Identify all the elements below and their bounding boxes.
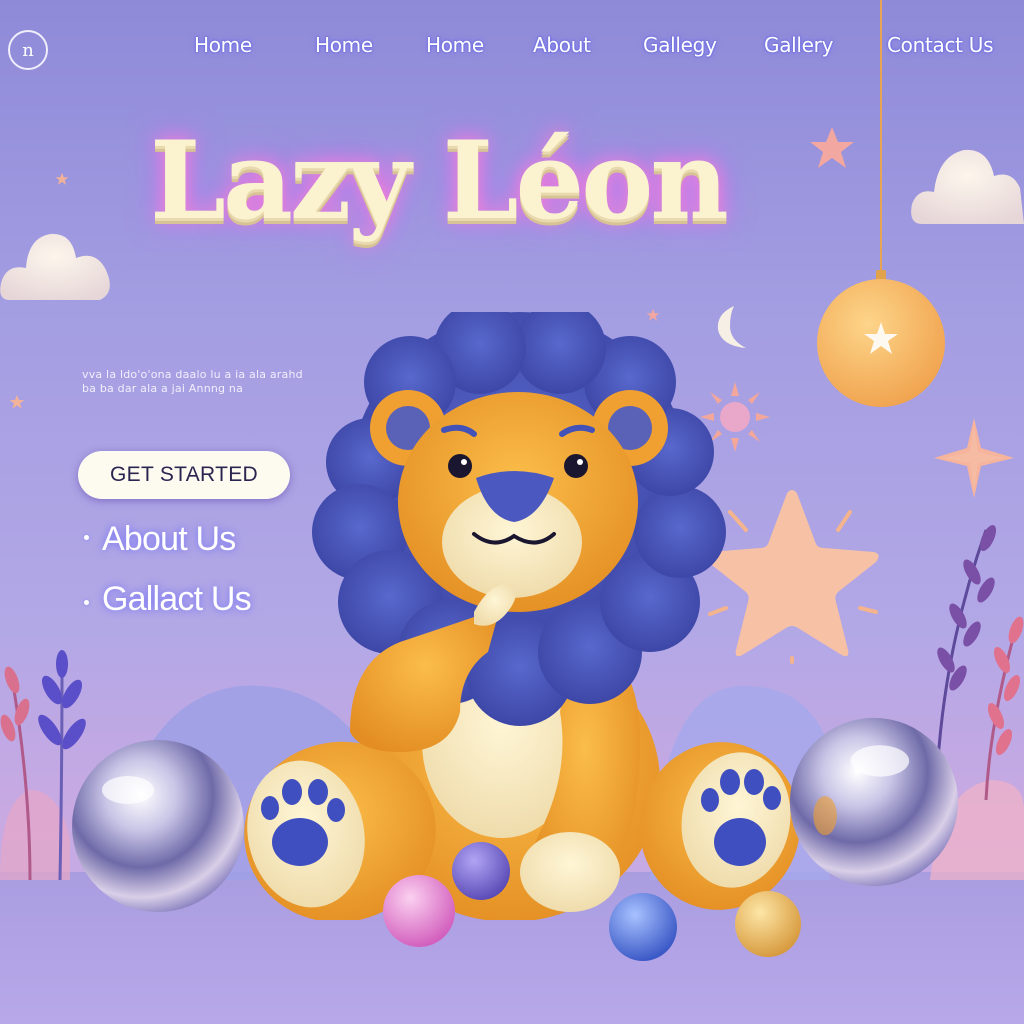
nav-item-home-3[interactable]: Home	[426, 33, 484, 57]
star-icon	[55, 172, 69, 185]
landing-page: n Home Home Home About Gallegy Gallery C…	[0, 0, 1024, 1024]
side-link-about[interactable]: About Us	[102, 520, 236, 559]
logo-icon[interactable]: n	[8, 30, 48, 70]
pink-ball	[383, 875, 455, 947]
bullet-icon	[84, 600, 89, 605]
blue-ball	[609, 893, 677, 961]
purple-ball	[452, 842, 510, 900]
star-icon	[9, 395, 25, 409]
star-icon	[810, 127, 854, 168]
chrome-sphere	[789, 717, 959, 887]
nav-item-gallegy[interactable]: Gallegy	[643, 33, 717, 57]
bullet-icon	[84, 535, 89, 540]
nav-item-about[interactable]: About	[533, 33, 591, 57]
star-icon	[934, 418, 1014, 498]
cloud-icon	[0, 233, 110, 300]
cloud-icon	[911, 149, 1024, 224]
gold-ball	[735, 891, 801, 957]
nav-item-gallery[interactable]: Gallery	[764, 33, 833, 57]
nav-item-home-1[interactable]: Home	[194, 33, 252, 57]
side-link-gallact[interactable]: Gallact Us	[102, 580, 252, 619]
nav-item-home-2[interactable]: Home	[315, 33, 373, 57]
hanging-orb	[817, 270, 945, 407]
nav-item-contact[interactable]: Contact Us	[887, 33, 994, 57]
logo-text: n	[22, 39, 34, 61]
lion-mascot	[244, 312, 800, 920]
hero-title: Lazy Léon	[150, 118, 729, 244]
chrome-sphere	[72, 740, 244, 912]
hanging-string	[880, 0, 882, 278]
